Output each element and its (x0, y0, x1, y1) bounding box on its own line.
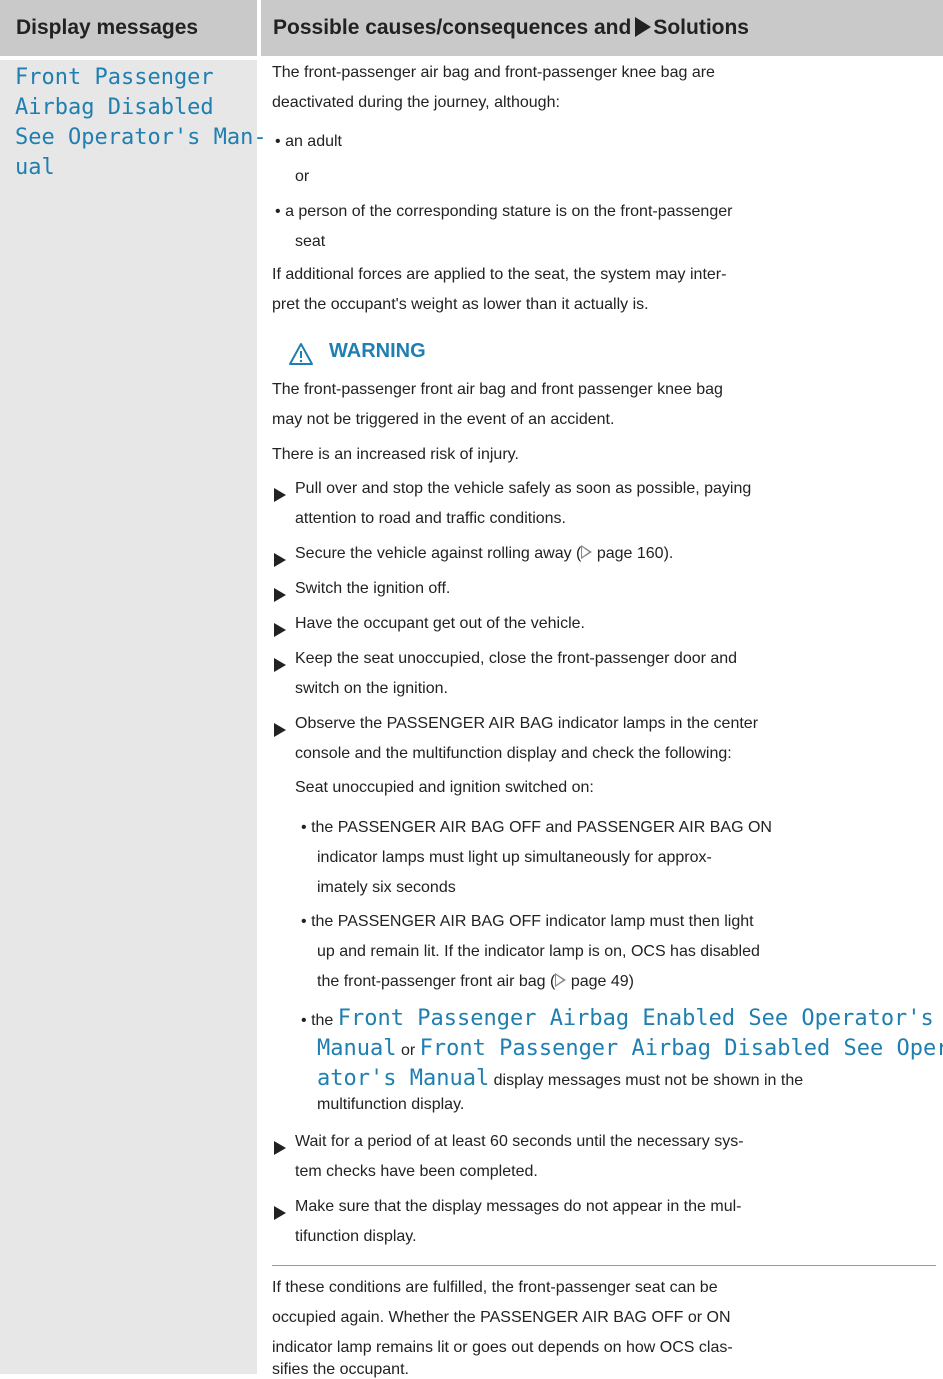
sub-bullet-text: up and remain lit. If the indicator lamp… (317, 943, 760, 960)
or-text: or (295, 168, 310, 185)
display-message-text: Front Passenger Airbag Disabled See Oper… (15, 63, 267, 183)
bullet-icon (301, 913, 307, 930)
sub-bullet-text: multifunction display. (317, 1096, 465, 1113)
paragraph-text: If additional forces are applied to the … (272, 266, 727, 283)
section-divider (272, 1265, 936, 1266)
or-text: or (400, 1042, 416, 1059)
page-ref-text: page 49) (570, 973, 634, 990)
step-text: Keep the seat unoccupied, close the fron… (295, 650, 738, 667)
step-arrow-icon (274, 1206, 286, 1220)
page-ref-text: page 160). (596, 545, 674, 562)
header-col2-part1: Possible causes/consequences and (273, 16, 632, 39)
bullet-icon (275, 133, 281, 150)
header-col2-label: Possible causes/consequences and Solution… (273, 16, 749, 40)
step-text: Have the occupant get out of the vehicle… (295, 615, 585, 632)
warning-text: There is an increased risk of injury. (272, 446, 519, 463)
display-message-line: Front Passenger (15, 65, 214, 90)
display-message-ref: Manual (317, 1036, 397, 1061)
header-col1-label: Display messages (16, 16, 199, 39)
paragraph-text: sifies the occupant. (272, 1361, 409, 1378)
display-message-ref: ator's Manual (317, 1066, 490, 1091)
step-text: Seat unoccupied and ignition switched on… (295, 779, 594, 796)
step-arrow-icon (274, 588, 286, 602)
sub-bullet-text: ator's Manual display messages must not … (317, 1066, 803, 1091)
display-message-line: ual (15, 155, 55, 180)
bullet-text: an adult (285, 133, 342, 150)
sub-bullet-item: the PASSENGER AIR BAG OFF and PASSENGER … (301, 819, 772, 837)
sub-bullet-text: the PASSENGER AIR BAG OFF and PASSENGER … (311, 819, 772, 836)
step-arrow-icon (274, 658, 286, 672)
bullet-text: a person of the corresponding stature is… (285, 203, 733, 220)
warning-text: may not be triggered in the event of an … (272, 411, 615, 428)
sub-bullet-text: the (311, 1012, 334, 1029)
step-text: attention to road and traffic conditions… (295, 510, 566, 527)
paragraph-text: If these conditions are fulfilled, the f… (272, 1279, 718, 1296)
step-text: Pull over and stop the vehicle safely as… (295, 480, 752, 497)
display-message-ref: Front Passenger Airbag Disabled See Oper… (419, 1036, 943, 1061)
header-display-messages: Display messages (0, 0, 257, 56)
intro-text: The front-passenger air bag and front-pa… (272, 64, 715, 81)
sub-bullet-text: indicator lamps must light up simultaneo… (317, 849, 712, 866)
step-text: Switch the ignition off. (295, 580, 451, 597)
sub-bullet-text-rest: display messages must not be shown in th… (493, 1072, 804, 1089)
display-message-line: Airbag Disabled (15, 95, 214, 120)
step-arrow-icon (274, 553, 286, 567)
step-text: tifunction display. (295, 1228, 417, 1245)
warning-text: The front-passenger front air bag and fr… (272, 381, 723, 398)
step-arrow-icon (274, 488, 286, 502)
step-text: Wait for a period of at least 60 seconds… (295, 1133, 744, 1150)
page-ref-icon (581, 545, 593, 559)
paragraph-text: indicator lamp remains lit or goes out d… (272, 1339, 733, 1356)
sub-bullet-item: the PASSENGER AIR BAG OFF indicator lamp… (301, 913, 754, 931)
intro-text: deactivated during the journey, although… (272, 94, 560, 111)
sub-bullet-text-pre: the front-passenger front air bag ( (317, 973, 556, 990)
step-text: Observe the PASSENGER AIR BAG indicator … (295, 715, 759, 732)
display-message-column (0, 60, 257, 1374)
step-text: Secure the vehicle against rolling away … (295, 545, 673, 563)
bullet-item: a person of the corresponding stature is… (275, 203, 732, 221)
display-message-line: See Operator's Man- (15, 125, 267, 150)
step-text: Make sure that the display messages do n… (295, 1198, 742, 1215)
page-ref-icon (555, 973, 567, 987)
bullet-icon (301, 1012, 307, 1029)
warning-title: WARNING (329, 340, 426, 362)
step-text-pre: Secure the vehicle against rolling away … (295, 545, 582, 562)
display-message-ref: Front Passenger Airbag Enabled See Opera… (337, 1006, 934, 1031)
sub-bullet-text: imately six seconds (317, 879, 456, 896)
paragraph-text: occupied again. Whether the PASSENGER AI… (272, 1309, 731, 1326)
sub-bullet-text: Manual or Front Passenger Airbag Disable… (317, 1036, 943, 1061)
bullet-icon (301, 819, 307, 836)
bullet-item: an adult (275, 133, 342, 151)
step-text: tem checks have been completed. (295, 1163, 538, 1180)
bullet-icon (275, 203, 281, 220)
sub-bullet-text: the front-passenger front air bag ( page… (317, 973, 634, 991)
header-col2-part2: Solutions (653, 16, 749, 39)
bullet-text-cont: seat (295, 233, 326, 250)
solution-arrow-icon (635, 17, 652, 37)
step-arrow-icon (274, 1141, 286, 1155)
sub-bullet-item: the Front Passenger Airbag Enabled See O… (301, 1006, 934, 1031)
header-causes-solutions: Possible causes/consequences and Solution… (261, 0, 943, 56)
sub-bullet-text: the PASSENGER AIR BAG OFF indicator lamp… (311, 913, 754, 930)
step-arrow-icon (274, 723, 286, 737)
step-arrow-icon (274, 623, 286, 637)
paragraph-text: pret the occupant's weight as lower than… (272, 296, 649, 313)
warning-triangle-icon (289, 343, 313, 365)
step-text: switch on the ignition. (295, 680, 448, 697)
step-text: console and the multifunction display an… (295, 745, 732, 762)
